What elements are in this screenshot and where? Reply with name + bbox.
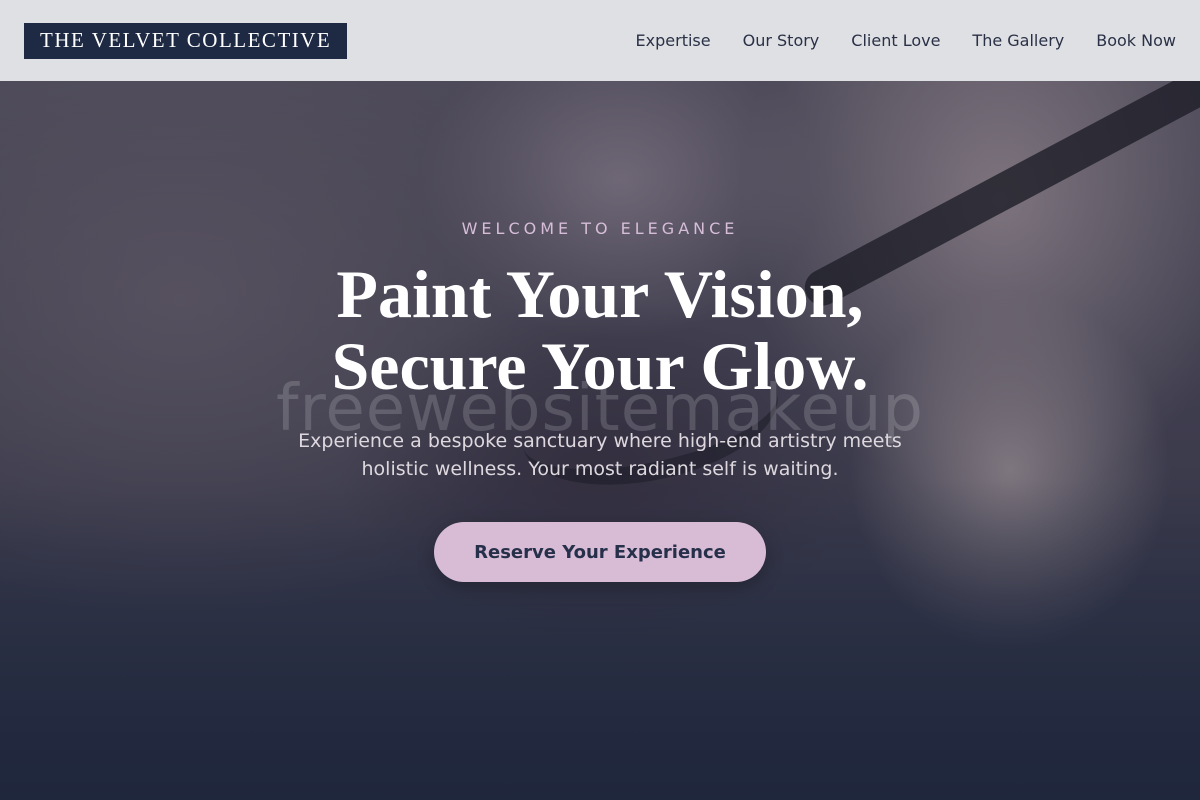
hero-subtext: Experience a bespoke sanctuary where hig…	[298, 430, 902, 480]
hero-headline-line-1: Paint Your Vision,	[336, 256, 864, 332]
main-nav: Expertise Our Story Client Love The Gall…	[604, 31, 1176, 50]
nav-link-client-love[interactable]: Client Love	[851, 31, 940, 50]
reserve-experience-button[interactable]: Reserve Your Experience	[434, 522, 766, 582]
nav-link-our-story[interactable]: Our Story	[743, 31, 820, 50]
hero-content: WELCOME TO ELEGANCE Paint Your Vision, S…	[0, 0, 1200, 800]
nav-link-the-gallery[interactable]: The Gallery	[972, 31, 1064, 50]
nav-link-book-now[interactable]: Book Now	[1096, 31, 1176, 50]
hero-headline: Paint Your Vision, Secure Your Glow.	[0, 258, 1200, 402]
hero-headline-line-2: Secure Your Glow.	[331, 328, 869, 404]
site-header: THE VELVET COLLECTIVE Expertise Our Stor…	[0, 0, 1200, 81]
hero-eyebrow: WELCOME TO ELEGANCE	[461, 219, 739, 238]
nav-link-expertise[interactable]: Expertise	[636, 31, 711, 50]
logo[interactable]: THE VELVET COLLECTIVE	[24, 22, 348, 59]
